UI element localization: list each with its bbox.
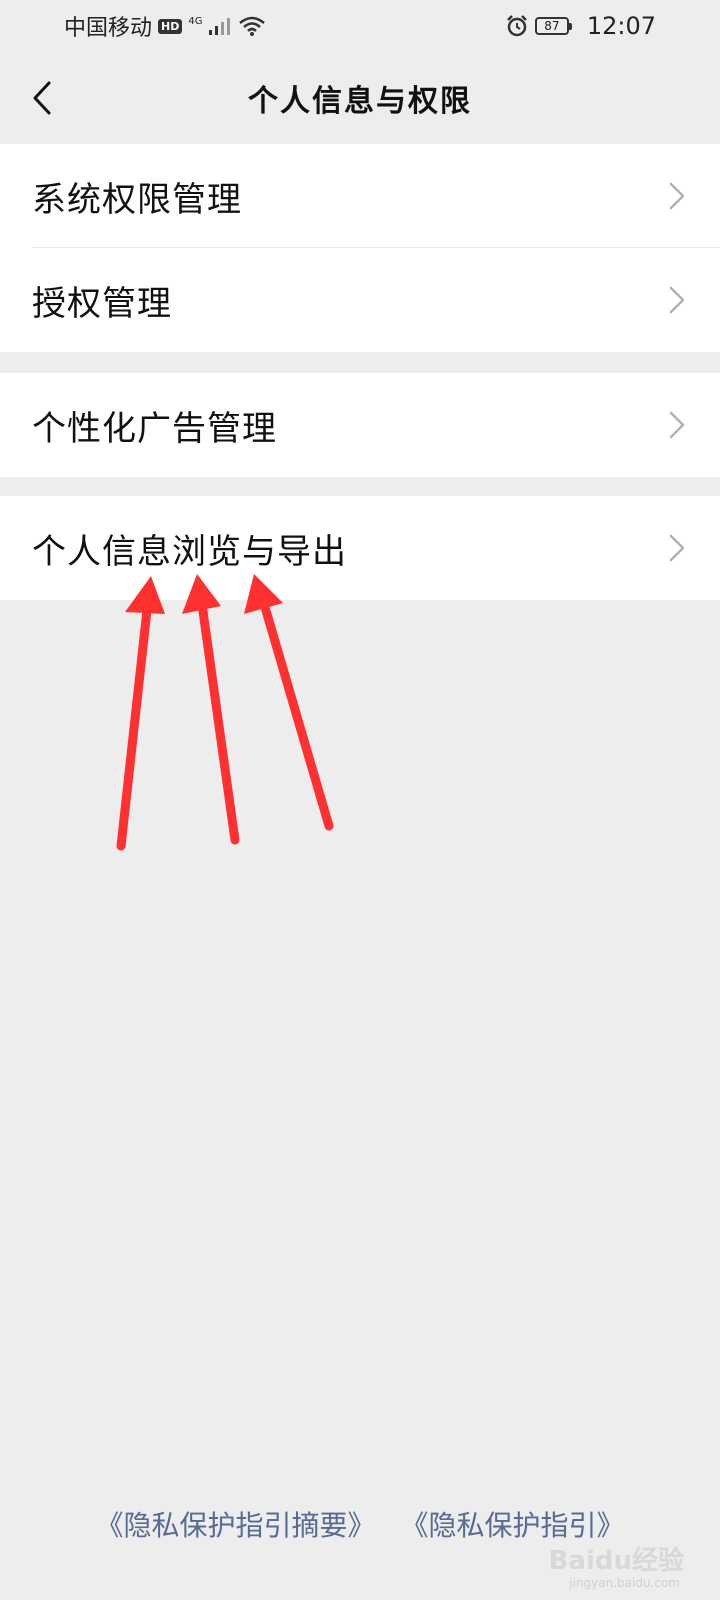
battery-level: 87 xyxy=(544,19,560,33)
chevron-right-icon xyxy=(669,411,685,439)
chevron-left-icon xyxy=(33,81,51,115)
status-right: 87 12:07 xyxy=(505,12,656,40)
baidu-watermark-url: jingyan.baidu.com xyxy=(569,1576,680,1590)
alarm-icon xyxy=(506,15,527,37)
row-label: 个人信息浏览与导出 xyxy=(32,531,347,572)
status-left: 中国移动 HD 4G xyxy=(64,10,266,42)
chevron-right-icon xyxy=(669,286,685,314)
row-label: 系统权限管理 xyxy=(32,179,242,220)
baidu-watermark: Baidu经验 xyxy=(548,1546,684,1576)
row-personal-info-export[interactable]: 个人信息浏览与导出 xyxy=(0,496,720,600)
privacy-summary-link[interactable]: 《隐私保护指引摘要》 xyxy=(96,1509,376,1542)
row-system-permissions[interactable]: 系统权限管理 xyxy=(0,144,720,248)
carrier-name: 中国移动 xyxy=(64,16,153,41)
row-authorization[interactable]: 授权管理 xyxy=(0,248,720,352)
row-label: 个性化广告管理 xyxy=(32,408,277,449)
signal-icon xyxy=(209,18,231,35)
page-title: 个人信息与权限 xyxy=(248,84,472,119)
row-personalized-ads[interactable]: 个性化广告管理 xyxy=(0,373,720,477)
settings-group-export: 个人信息浏览与导出 xyxy=(0,496,720,600)
wifi-icon xyxy=(239,16,266,36)
row-label: 授权管理 xyxy=(32,283,172,324)
hd-icon: HD xyxy=(158,18,183,34)
battery-icon: 87 xyxy=(534,17,572,35)
clock: 12:07 xyxy=(586,12,656,40)
settings-group-ads: 个性化广告管理 xyxy=(0,373,720,477)
status-bar: 中国移动 HD 4G 87 12:07 xyxy=(0,0,720,52)
chevron-right-icon xyxy=(669,182,685,210)
annotation-arrow xyxy=(182,574,240,845)
network-type: 4G xyxy=(188,15,203,27)
nav-bar: 个人信息与权限 xyxy=(0,52,720,144)
privacy-guide-link[interactable]: 《隐私保护指引》 xyxy=(400,1509,624,1542)
back-button[interactable] xyxy=(20,74,64,122)
annotation-arrow xyxy=(116,576,165,851)
chevron-right-icon xyxy=(669,534,685,562)
annotation-arrow xyxy=(244,574,334,831)
settings-group-permissions: 系统权限管理 授权管理 xyxy=(0,144,720,352)
footer-links: 《隐私保护指引摘要》 《隐私保护指引》 xyxy=(0,1504,720,1544)
